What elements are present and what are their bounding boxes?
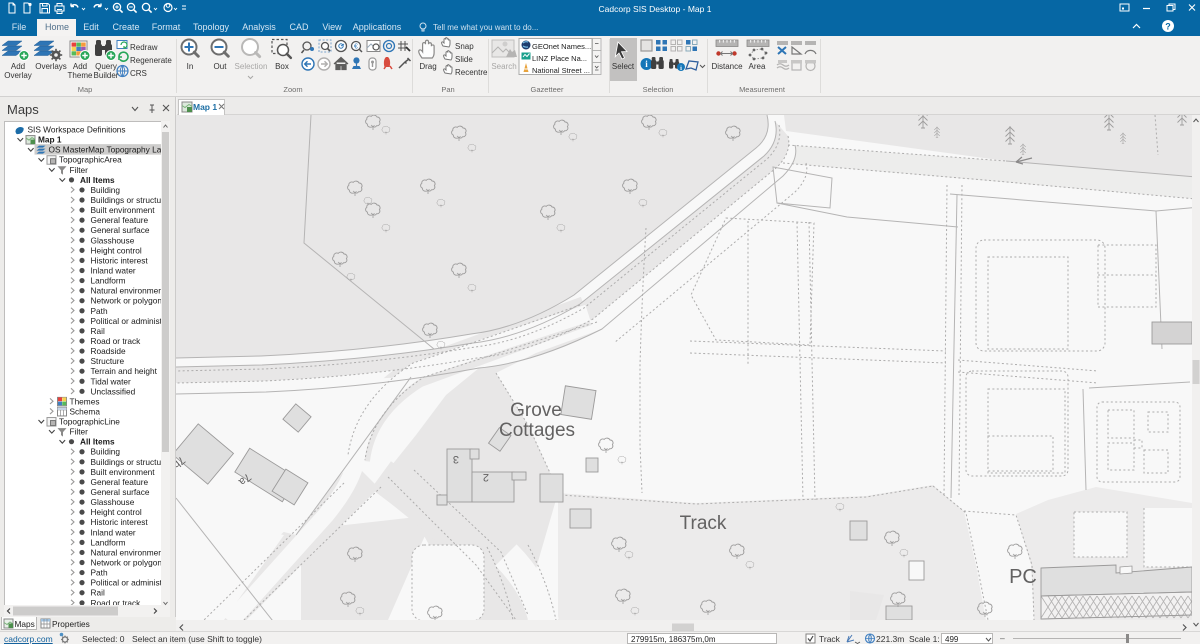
svg-text:Track: Track — [680, 513, 727, 534]
svg-text:Buildings or structure: Buildings or structure — [91, 195, 169, 205]
svg-text:All Items: All Items — [80, 175, 115, 185]
svg-text:€: € — [354, 44, 358, 51]
svg-text:Cottages: Cottages — [499, 420, 575, 441]
svg-text:Tidal water: Tidal water — [91, 376, 132, 386]
svg-text:Grove: Grove — [510, 400, 562, 421]
svg-text:Political or administrativ: Political or administrativ — [91, 578, 171, 588]
svg-text:General surface: General surface — [91, 225, 150, 235]
svg-text:Rail: Rail — [91, 326, 105, 336]
svg-text:Rail: Rail — [91, 588, 105, 598]
svg-text:Built environment: Built environment — [91, 205, 156, 215]
svg-text:Built environment: Built environment — [91, 467, 156, 477]
svg-text:Glasshouse: Glasshouse — [91, 235, 135, 245]
svg-text:Themes: Themes — [70, 396, 100, 406]
svg-text:Path: Path — [91, 568, 108, 578]
svg-text:Maps: Maps — [15, 619, 35, 629]
svg-text:Filter: Filter — [70, 427, 89, 437]
svg-text:All Items: All Items — [80, 437, 115, 447]
svg-text:Height control: Height control — [91, 245, 142, 255]
svg-text:Roadside: Roadside — [91, 346, 126, 356]
svg-text:Historic interest: Historic interest — [91, 255, 149, 265]
svg-text:General feature: General feature — [91, 477, 149, 487]
svg-text:?: ? — [1165, 22, 1171, 32]
svg-text:SIS Workspace Definitions: SIS Workspace Definitions — [28, 125, 126, 135]
svg-text:Natural environment: Natural environment — [91, 547, 166, 557]
svg-text:Terrain and height: Terrain and height — [91, 366, 158, 376]
svg-text:2: 2 — [483, 471, 489, 483]
svg-text:Schema: Schema — [70, 406, 101, 416]
svg-text:Buildings or structure: Buildings or structure — [91, 457, 169, 467]
svg-text:General surface: General surface — [91, 487, 150, 497]
svg-text:Road or track: Road or track — [91, 336, 142, 346]
svg-text:Height control: Height control — [91, 507, 142, 517]
svg-text:i: i — [680, 65, 682, 72]
svg-text:Properties: Properties — [52, 619, 90, 629]
svg-text:Inland water: Inland water — [91, 527, 136, 537]
svg-text:Natural environment: Natural environment — [91, 286, 166, 296]
svg-text:Map 1: Map 1 — [38, 135, 62, 145]
svg-text:Building: Building — [91, 185, 121, 195]
svg-text:Path: Path — [91, 306, 108, 316]
svg-text:Historic interest: Historic interest — [91, 517, 149, 527]
svg-text:Building: Building — [91, 447, 121, 457]
svg-text:Structure: Structure — [91, 356, 125, 366]
svg-text:Filter: Filter — [70, 165, 89, 175]
svg-text:PC: PC — [1009, 566, 1037, 588]
svg-text:Landform: Landform — [91, 537, 126, 547]
svg-text:Glasshouse: Glasshouse — [91, 497, 135, 507]
svg-text:Network or polygon clo: Network or polygon clo — [91, 558, 171, 568]
svg-text:General feature: General feature — [91, 215, 149, 225]
svg-text:3: 3 — [453, 453, 459, 465]
svg-text:Inland water: Inland water — [91, 265, 136, 275]
svg-text:Network or polygon clo: Network or polygon clo — [91, 296, 171, 306]
svg-text:OS MasterMap Topography Layer: OS MasterMap Topography Layer (OS — [49, 145, 171, 155]
svg-text:Unclassified: Unclassified — [91, 386, 136, 396]
svg-text:TopographicLine: TopographicLine — [59, 417, 120, 427]
svg-text:Landform: Landform — [91, 276, 126, 286]
svg-text:TopographicArea: TopographicArea — [59, 155, 122, 165]
svg-text:Political or administrativ: Political or administrativ — [91, 316, 171, 326]
